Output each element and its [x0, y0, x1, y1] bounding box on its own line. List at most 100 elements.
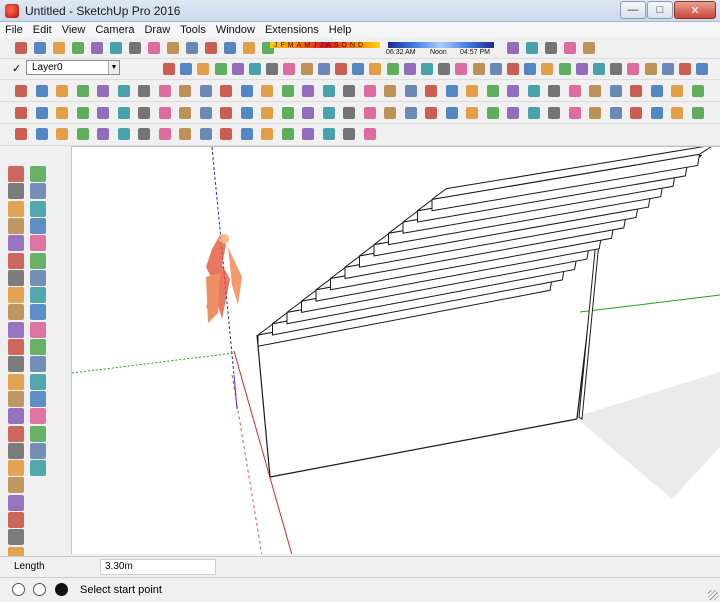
layer-manager-icon[interactable] — [160, 60, 178, 78]
rotate-icon[interactable] — [8, 529, 24, 546]
undo-icon[interactable] — [126, 39, 144, 57]
shadow-settings-slider[interactable]: JFMAMJJASOND 06:32 AM Noon 04:57 PM — [270, 42, 494, 56]
3d-text-icon[interactable] — [435, 60, 453, 78]
components-icon[interactable] — [542, 39, 560, 57]
scale-figure[interactable] — [206, 234, 242, 323]
freehand-icon[interactable] — [33, 82, 51, 100]
edit-match-photo-icon[interactable] — [586, 104, 604, 122]
shaded-icon[interactable] — [642, 60, 660, 78]
parallel-projection-icon[interactable] — [74, 104, 92, 122]
section-plane-icon[interactable] — [452, 60, 470, 78]
toggle-terrain-icon[interactable] — [381, 104, 399, 122]
protractor-icon[interactable] — [8, 269, 24, 286]
menu-tools[interactable]: Tools — [175, 24, 211, 36]
pie-icon[interactable] — [156, 82, 174, 100]
ruby-console-icon[interactable] — [693, 60, 711, 78]
solid-trim-icon[interactable] — [443, 82, 461, 100]
line-icon[interactable] — [484, 82, 502, 100]
next-view-icon[interactable] — [33, 125, 51, 143]
menu-edit[interactable]: Edit — [28, 24, 57, 36]
freehand-icon[interactable] — [30, 442, 46, 459]
menu-draw[interactable]: Draw — [139, 24, 175, 36]
paint-bucket-icon[interactable] — [315, 60, 333, 78]
hide-icon[interactable] — [238, 104, 256, 122]
pan-icon[interactable] — [8, 356, 24, 373]
perspective-icon[interactable] — [94, 104, 112, 122]
scale-icon[interactable] — [258, 82, 276, 100]
circle-icon[interactable] — [566, 82, 584, 100]
arc-icon[interactable] — [607, 82, 625, 100]
eraser-icon[interactable] — [332, 60, 350, 78]
back-edges-icon[interactable] — [217, 125, 235, 143]
circle-icon[interactable] — [8, 477, 24, 494]
location-icon[interactable] — [361, 125, 379, 143]
interact-icon[interactable] — [299, 104, 317, 122]
previous-view-icon[interactable] — [443, 104, 461, 122]
measurement-value-field[interactable]: 3.30m — [100, 559, 216, 575]
arc-icon[interactable] — [135, 82, 153, 100]
orbit-icon[interactable] — [30, 339, 46, 355]
back-edges-icon[interactable] — [648, 104, 666, 122]
component-attributes-icon[interactable] — [340, 104, 358, 122]
rectangle-icon[interactable] — [525, 82, 543, 100]
styles-icon[interactable] — [580, 39, 598, 57]
parallel-projection-icon[interactable] — [504, 104, 522, 122]
menu-help[interactable]: Help — [324, 24, 357, 36]
top-view-icon[interactable] — [194, 60, 212, 78]
copy-icon[interactable] — [69, 39, 87, 57]
layer-manager-icon[interactable] — [8, 166, 24, 182]
polygon-icon[interactable] — [115, 82, 133, 100]
layout-icon[interactable] — [523, 39, 541, 57]
zoom-icon[interactable] — [30, 356, 46, 373]
look-around-icon[interactable] — [30, 321, 46, 338]
user-account-icon[interactable] — [55, 583, 68, 596]
text-icon[interactable] — [30, 269, 46, 286]
parallel-projection-icon[interactable] — [74, 125, 92, 143]
left-view-icon[interactable] — [8, 217, 24, 234]
drape-icon[interactable] — [340, 82, 358, 100]
walk-icon[interactable] — [470, 60, 488, 78]
photo-textures-icon[interactable] — [422, 104, 440, 122]
standard-views-icon[interactable] — [53, 125, 71, 143]
rectangle-icon[interactable] — [53, 82, 71, 100]
orbit-icon[interactable] — [521, 60, 539, 78]
back-edges-icon[interactable] — [217, 104, 235, 122]
resize-grip-icon[interactable] — [708, 590, 718, 600]
credits-icon[interactable] — [33, 583, 46, 596]
close-button[interactable]: ✕ — [674, 1, 716, 19]
geo-location-icon[interactable] — [12, 583, 25, 596]
select-icon[interactable] — [280, 60, 298, 78]
make-component-icon[interactable] — [8, 235, 24, 252]
freehand-icon[interactable] — [504, 82, 522, 100]
unhide-icon[interactable] — [689, 104, 707, 122]
time-slider[interactable] — [388, 42, 494, 48]
move-icon[interactable] — [648, 82, 666, 100]
section-display-icon[interactable] — [176, 125, 194, 143]
zoom-icon[interactable] — [556, 60, 574, 78]
location-icon[interactable] — [361, 104, 379, 122]
cut-icon[interactable] — [50, 39, 68, 57]
look-around-icon[interactable] — [487, 60, 505, 78]
standard-views-icon[interactable] — [53, 104, 71, 122]
paint-bucket-icon[interactable] — [30, 235, 46, 252]
left-view-icon[interactable] — [263, 60, 281, 78]
materials-icon[interactable] — [561, 39, 579, 57]
chevron-down-icon[interactable]: ▼ — [108, 61, 119, 74]
open-icon[interactable] — [31, 39, 49, 57]
pie-icon[interactable] — [627, 82, 645, 100]
section-fill-icon[interactable] — [197, 125, 215, 143]
add-location-icon[interactable] — [402, 104, 420, 122]
hidden-line-icon[interactable] — [30, 390, 46, 407]
unhide-icon[interactable] — [258, 104, 276, 122]
menu-window[interactable]: Window — [211, 24, 260, 36]
match-photo-icon[interactable] — [135, 125, 153, 143]
wireframe-icon[interactable] — [8, 390, 24, 407]
redo-icon[interactable] — [145, 39, 163, 57]
move-icon[interactable] — [8, 512, 24, 528]
add-detail-icon[interactable] — [361, 82, 379, 100]
perspective-icon[interactable] — [94, 125, 112, 143]
flip-edge-icon[interactable] — [381, 82, 399, 100]
fog-icon[interactable] — [240, 39, 258, 57]
rotated-rect-icon[interactable] — [74, 82, 92, 100]
make-component-icon[interactable] — [298, 60, 316, 78]
